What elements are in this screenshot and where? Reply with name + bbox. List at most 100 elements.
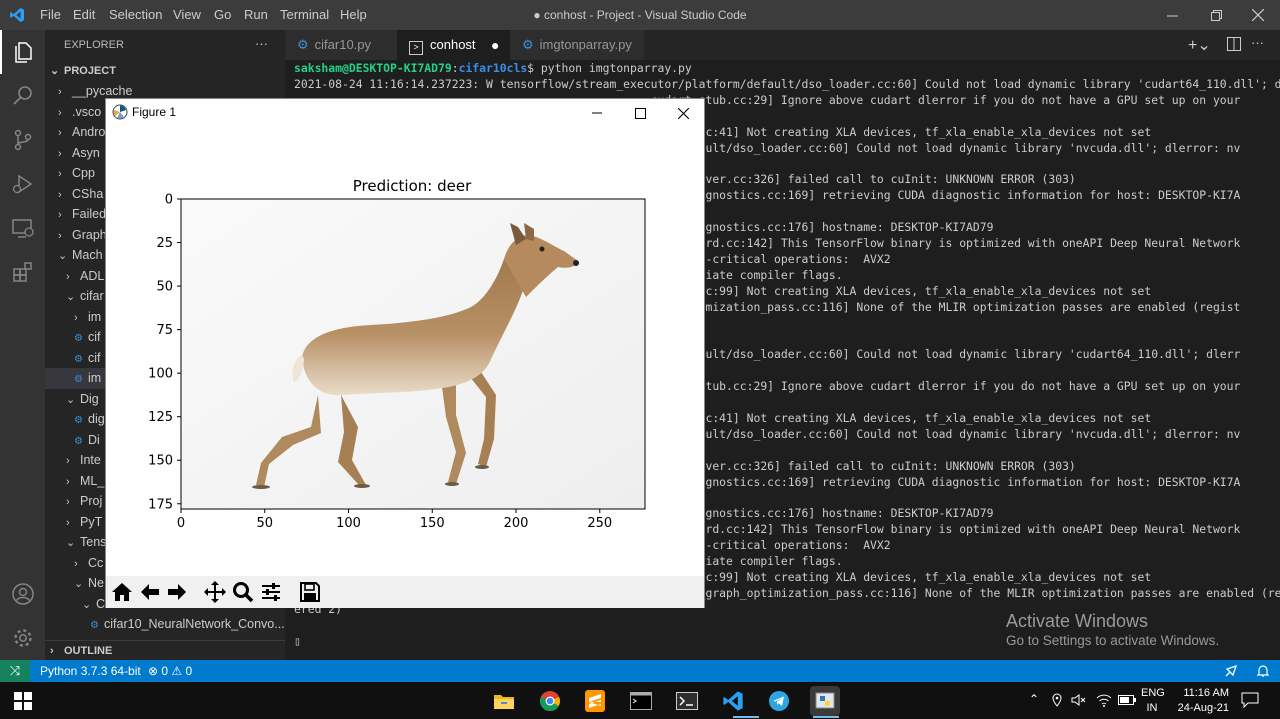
location-icon[interactable] [1050,693,1064,712]
chevron-up-icon[interactable]: ⌃ [1029,692,1039,706]
run-debug-icon [12,174,32,194]
file-explorer-icon[interactable] [489,686,519,716]
tree-item-label: Cpp [72,166,95,180]
split-editor-icon[interactable] [1227,37,1241,56]
matplotlib-figure-window[interactable]: Figure 1 Prediction: deer 0 50 100 150 2… [105,98,705,608]
tab-imgtonparray[interactable]: ⚙ imgtonparray.py [510,30,644,60]
chrome-icon[interactable] [535,686,565,716]
forward-button[interactable] [164,579,190,605]
activate-windows-subtitle: Go to Settings to activate Windows. [1006,633,1220,648]
gear-icon [13,629,32,647]
cmd-icon[interactable] [626,686,656,716]
notifications-bell-icon[interactable] [1256,664,1270,681]
magnifier-icon [233,582,254,603]
menu-view[interactable]: View [166,0,208,30]
volume-muted-icon[interactable] [1071,693,1087,712]
chart-title: Prediction: deer [353,177,472,195]
home-icon [112,583,132,601]
home-button[interactable] [109,579,135,605]
windows-start-icon[interactable] [14,692,32,715]
battery-icon[interactable] [1118,693,1136,711]
telegram-icon[interactable] [764,686,794,716]
new-terminal-icon[interactable]: +⌄ [1188,35,1211,55]
menu-file[interactable]: File [33,0,68,30]
terminal-app-icon[interactable] [672,686,702,716]
more-actions-icon[interactable]: ··· [1251,35,1264,50]
close-button[interactable] [1236,0,1280,30]
tree-item-label: im [88,309,102,324]
tree-item-label: .vsco [72,104,102,119]
more-actions-icon[interactable]: ··· [255,36,268,51]
prompt-user: saksham@DESKTOP-KI7AD79 [294,61,452,75]
menu-help[interactable]: Help [333,0,374,30]
figure-minimize-button[interactable] [576,99,618,127]
search-icon [12,86,32,105]
back-button[interactable] [137,579,163,605]
tree-item-label: cifar [80,289,104,303]
menu-edit[interactable]: Edit [66,0,102,30]
outline-section-header[interactable]: › OUTLINE [45,640,285,661]
explorer-button[interactable] [0,30,45,74]
tree-item-label: Failed [72,207,107,221]
figure-maximize-button[interactable] [619,99,661,127]
manage-button[interactable] [0,616,45,660]
active-app-indicator [813,716,839,718]
tree-item-label: Proj [80,494,103,508]
minimize-icon [1166,15,1178,16]
files-icon [14,42,32,63]
vscode-taskbar-icon[interactable] [718,686,748,716]
sublime-text-icon[interactable] [580,686,610,716]
restore-button[interactable] [1194,0,1238,30]
x-tick-label: 250 [587,516,612,531]
wifi-icon[interactable] [1096,693,1112,712]
file-icon: ⚙ [74,333,83,344]
problems-indicator[interactable]: ⊗ 0 ⚠ 0 [148,660,192,682]
chevron-right-icon: › [66,455,70,467]
figure-close-button[interactable] [662,99,704,127]
save-figure-button[interactable] [297,579,323,605]
terminal-icon: > [409,41,423,55]
terminal-line: 2021-08-24 11:16:14.237223: W tensorflow… [294,77,1280,91]
tab-label: cifar10.py [314,37,372,52]
project-label: PROJECT [64,65,116,77]
tree-item-label: Andro [72,125,106,139]
chevron-right-icon: › [58,127,62,139]
python-figure-taskbar-icon[interactable] [810,686,840,716]
project-section-header[interactable]: ⌄ PROJECT [45,61,285,82]
chevron-right-icon: › [58,188,62,201]
minimize-icon [592,112,602,114]
chevron-right-icon: › [58,106,62,119]
menu-go[interactable]: Go [207,0,238,30]
y-tick-label: 125 [148,410,173,425]
title-bar: File Edit Selection View Go Run Terminal… [0,0,1280,30]
tree-item-label: cif [88,330,101,344]
python-file-icon: ⚙ [522,37,534,52]
file-icon: ⚙ [74,353,83,365]
menu-selection[interactable]: Selection [102,0,169,30]
pan-button[interactable] [202,579,228,605]
minimize-button[interactable] [1150,0,1194,30]
tree-item-label: Asyn [72,145,100,160]
accounts-button[interactable] [0,572,45,616]
search-button[interactable] [0,74,45,118]
feedback-icon[interactable] [1224,664,1238,681]
close-icon [677,107,689,119]
tab-cifar10[interactable]: ⚙ cifar10.py [285,30,397,60]
zoom-button[interactable] [230,579,256,605]
tree-item[interactable]: ⚙ cifar10_NeuralNetwork_Convo... [45,614,285,635]
menu-terminal[interactable]: Terminal [273,0,336,30]
action-center-icon[interactable] [1241,692,1259,713]
clock[interactable]: 11:16 AM 24-Aug-21 [1167,686,1229,716]
extensions-button[interactable] [0,250,45,294]
editor-tabs: ⚙ cifar10.py > conhost ● ⚙ imgtonparray.py … [285,30,1280,60]
run-debug-button[interactable] [0,162,45,206]
python-interpreter[interactable]: Python 3.7.3 64-bit [40,660,141,682]
unsaved-dot-icon[interactable]: ● [491,30,499,60]
language-indicator[interactable]: ENG IN [1141,686,1165,716]
menu-run[interactable]: Run [237,0,275,30]
configure-subplots-button[interactable] [258,579,284,605]
tab-conhost[interactable]: > conhost ● [397,30,510,60]
remote-indicator[interactable]: ⤨ [0,660,30,682]
remote-explorer-button[interactable] [0,206,45,250]
source-control-button[interactable] [0,118,45,162]
